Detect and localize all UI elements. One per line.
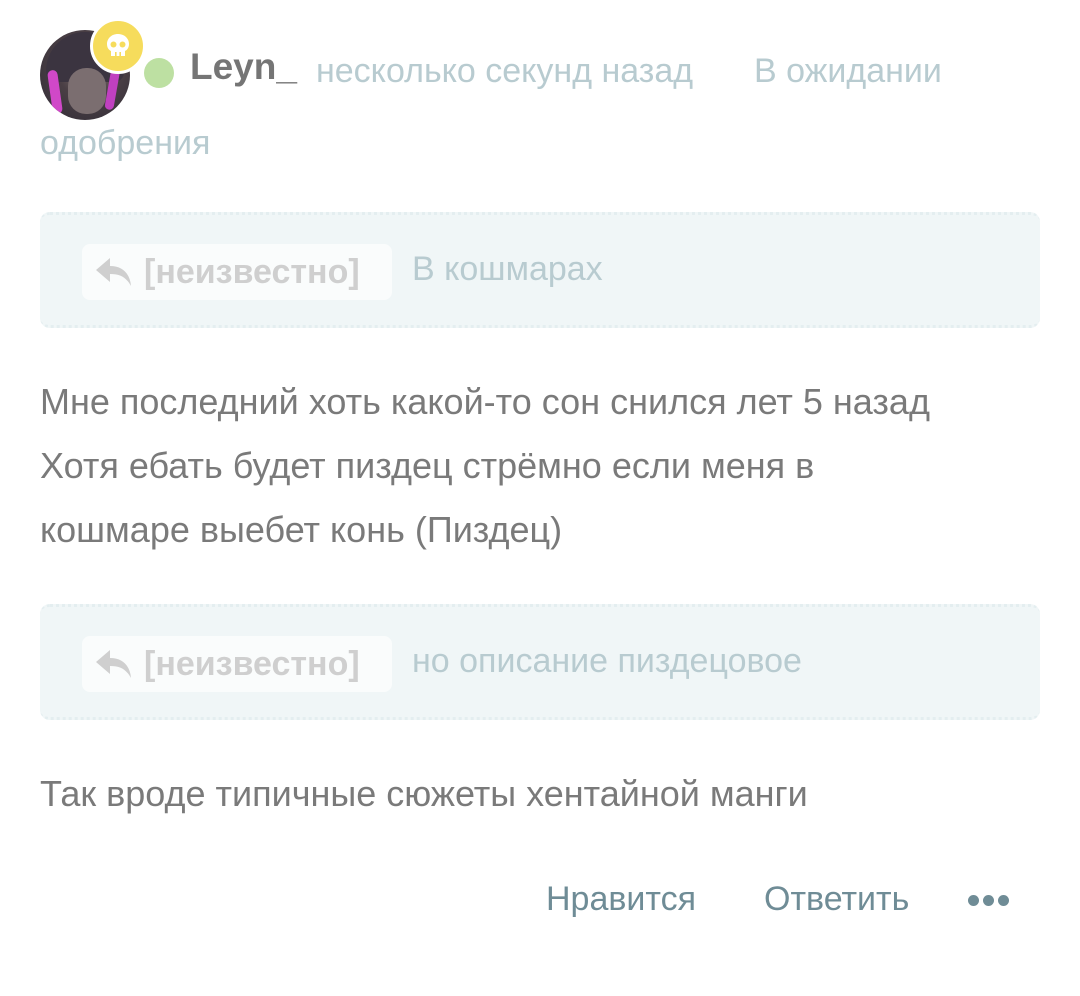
comment-actions: Нравится Ответить	[0, 880, 1080, 930]
quote-block[interactable]: [неизвестно] но описание пиздецовое	[40, 604, 1040, 720]
comment-text-line: кошмаре выебет конь (Пиздец)	[40, 509, 563, 550]
quote-text: В кошмарах	[412, 250, 603, 288]
quote-author-chip[interactable]: [неизвестно]	[82, 636, 392, 692]
moderation-status-continued: одобрения	[40, 124, 211, 162]
comment-text-line: Хотя ебать будет пиздец стрёмно если мен…	[40, 445, 815, 486]
like-button[interactable]: Нравится	[546, 880, 696, 919]
comment-text-line: Мне последний хоть какой-то сон снился л…	[40, 381, 930, 422]
reply-arrow-icon	[94, 644, 134, 684]
timestamp: несколько секунд назад	[316, 52, 694, 90]
quote-text: но описание пиздецовое	[412, 642, 802, 680]
reply-button[interactable]: Ответить	[764, 880, 909, 919]
quote-block[interactable]: [неизвестно] В кошмарах	[40, 212, 1040, 328]
username[interactable]: Leyn_	[190, 46, 297, 88]
quote-author: [неизвестно]	[144, 644, 360, 683]
quote-author-chip[interactable]: [неизвестно]	[82, 244, 392, 300]
comment-text: Так вроде типичные сюжеты хентайной манг…	[40, 762, 808, 826]
comment-text-line: Так вроде типичные сюжеты хентайной манг…	[40, 773, 808, 814]
more-dots-icon[interactable]	[968, 890, 1018, 910]
skull-icon	[90, 18, 146, 74]
online-status-dot	[144, 58, 174, 88]
comment-text: Мне последний хоть какой-то сон снился л…	[40, 370, 930, 562]
quote-author: [неизвестно]	[144, 252, 360, 291]
moderation-status: В ожидании	[754, 52, 942, 90]
reply-arrow-icon	[94, 252, 134, 292]
